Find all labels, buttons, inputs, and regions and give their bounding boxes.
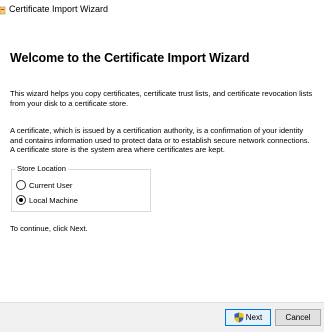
uac-shield-icon xyxy=(234,312,244,323)
radio-label-current-user: Current User xyxy=(29,180,73,190)
radio-current-user[interactable]: Current User xyxy=(16,179,72,191)
cancel-button-label: Cancel xyxy=(285,313,311,322)
page-heading: Welcome to the Certificate Import Wizard xyxy=(10,51,250,65)
continue-text: To continue, click Next. xyxy=(10,224,88,233)
radio-label-local-machine: Local Machine xyxy=(29,195,78,205)
intro-text: This wizard helps you copy certificates,… xyxy=(10,89,313,108)
next-button-label: Next xyxy=(245,313,263,322)
radio-button[interactable] xyxy=(16,180,26,190)
title-bar: Certificate Import Wizard xyxy=(0,0,324,22)
cancel-button[interactable]: Cancel xyxy=(275,309,321,326)
next-button[interactable]: Next xyxy=(225,309,271,326)
certificate-wizard-icon xyxy=(0,6,6,15)
window-title: Certificate Import Wizard xyxy=(9,4,109,14)
store-location-legend: Store Location xyxy=(15,164,68,173)
radio-button-selected[interactable] xyxy=(16,195,26,205)
radio-local-machine[interactable]: Local Machine xyxy=(16,194,78,206)
description-text: A certificate, which is issued by a cert… xyxy=(10,126,310,154)
